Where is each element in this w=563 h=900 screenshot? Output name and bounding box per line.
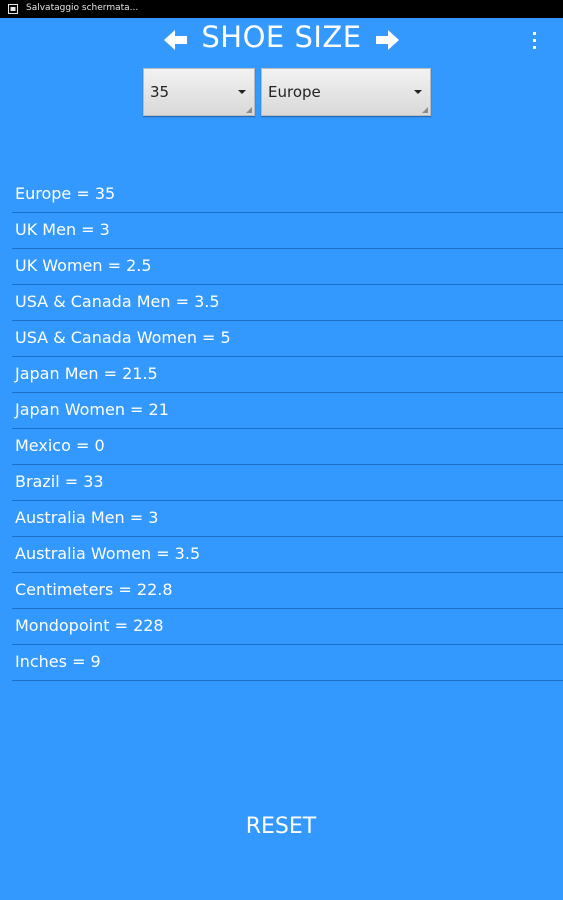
- status-bar: Salvataggio schermata...: [0, 0, 563, 18]
- result-text: Mondopoint = 228: [15, 616, 164, 635]
- size-select-value: 35: [150, 83, 170, 101]
- region-select[interactable]: Europe: [261, 68, 431, 116]
- result-text: Australia Men = 3: [15, 508, 159, 527]
- list-item: Mondopoint = 228: [12, 609, 563, 645]
- reset-button[interactable]: RESET: [216, 807, 346, 847]
- overflow-menu-icon[interactable]: [528, 30, 542, 52]
- chevron-down-icon: [414, 90, 422, 94]
- result-text: USA & Canada Women = 5: [15, 328, 231, 347]
- list-item: Mexico = 0: [12, 429, 563, 465]
- results-list: Europe = 35 UK Men = 3 UK Women = 2.5 US…: [12, 177, 563, 681]
- region-select-value: Europe: [268, 83, 321, 101]
- result-text: Japan Women = 21: [15, 400, 169, 419]
- screenshot-icon: [8, 4, 18, 14]
- result-text: Japan Men = 21.5: [15, 364, 158, 383]
- list-item: UK Women = 2.5: [12, 249, 563, 285]
- list-item: Brazil = 33: [12, 465, 563, 501]
- list-item: Centimeters = 22.8: [12, 573, 563, 609]
- list-item: Japan Men = 21.5: [12, 357, 563, 393]
- result-text: Brazil = 33: [15, 472, 104, 491]
- chevron-down-icon: [238, 90, 246, 94]
- result-text: Australia Women = 3.5: [15, 544, 201, 563]
- status-notification-text: Salvataggio schermata...: [26, 3, 139, 13]
- list-item: Australia Men = 3: [12, 501, 563, 537]
- spinner-corner-icon: [422, 107, 428, 113]
- size-select[interactable]: 35: [143, 68, 255, 116]
- result-text: Mexico = 0: [15, 436, 105, 455]
- result-text: UK Men = 3: [15, 220, 110, 239]
- list-item: Inches = 9: [12, 645, 563, 681]
- result-text: UK Women = 2.5: [15, 256, 152, 275]
- result-text: Europe = 35: [15, 184, 116, 203]
- arrow-right-icon[interactable]: [374, 27, 402, 53]
- list-item: UK Men = 3: [12, 213, 563, 249]
- result-text: USA & Canada Men = 3.5: [15, 292, 220, 311]
- list-item: Europe = 35: [12, 177, 563, 213]
- list-item: Australia Women = 3.5: [12, 537, 563, 573]
- list-item: USA & Canada Women = 5: [12, 321, 563, 357]
- list-item: Japan Women = 21: [12, 393, 563, 429]
- header: SHOE SIZE: [0, 18, 563, 62]
- result-text: Inches = 9: [15, 652, 101, 671]
- page-title: SHOE SIZE: [201, 20, 362, 54]
- result-text: Centimeters = 22.8: [15, 580, 173, 599]
- list-item: USA & Canada Men = 3.5: [12, 285, 563, 321]
- spinner-corner-icon: [246, 107, 252, 113]
